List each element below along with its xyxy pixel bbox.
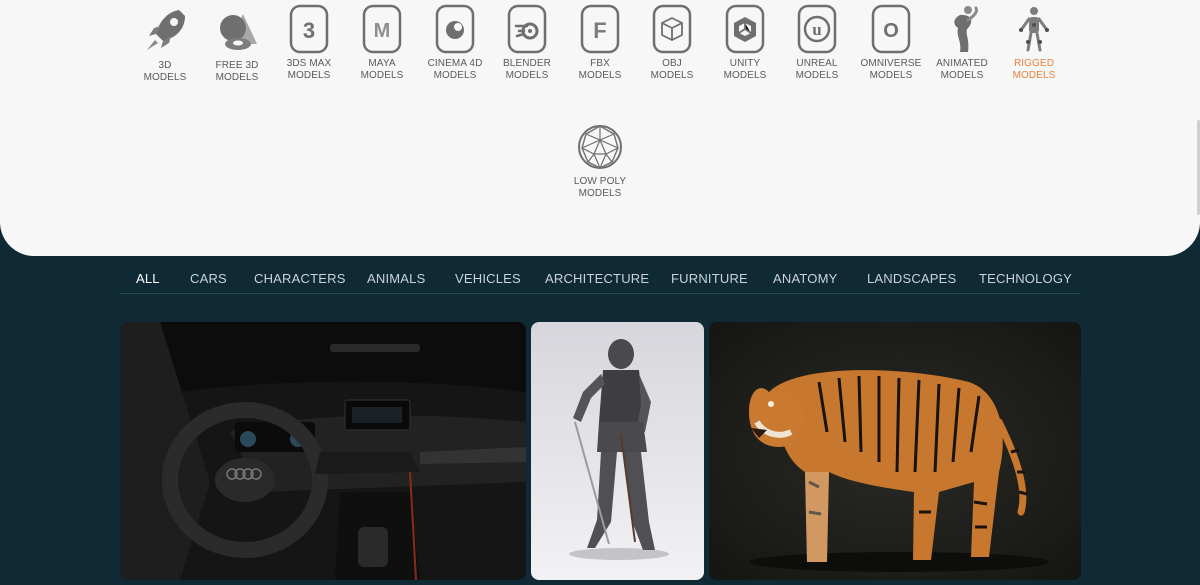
format-cinema4d-models[interactable]: CINEMA 4D MODELS bbox=[419, 4, 491, 82]
format-label: FREE 3D MODELS bbox=[215, 60, 259, 83]
format-maya-models[interactable]: M MAYA MODELS bbox=[346, 4, 418, 82]
format-fbx-models[interactable]: F FBX MODELS bbox=[564, 4, 636, 82]
format-unity-models[interactable]: UNITY MODELS bbox=[709, 4, 781, 82]
tab-furniture[interactable]: FURNITURE bbox=[671, 271, 748, 286]
format-label: FBX MODELS bbox=[578, 58, 622, 81]
format-label: LOW POLY MODELS bbox=[573, 176, 627, 199]
format-3dsmax-models[interactable]: 3 3DS MAX MODELS bbox=[273, 4, 345, 82]
animated-figure-icon bbox=[954, 6, 978, 53]
svg-text:O: O bbox=[883, 20, 899, 42]
unity-icon bbox=[725, 4, 765, 54]
low-poly-sphere-icon bbox=[578, 125, 622, 169]
knight-armor-thumbnail bbox=[531, 322, 704, 580]
car-interior-thumbnail bbox=[120, 322, 526, 580]
3dsmax-icon: 3 bbox=[289, 4, 329, 54]
format-omniverse-models[interactable]: O OMNIVERSE MODELS bbox=[855, 4, 927, 82]
tiger-thumbnail bbox=[709, 322, 1081, 580]
format-unreal-models[interactable]: u UNREAL MODELS bbox=[781, 4, 853, 82]
model-card-tiger[interactable] bbox=[709, 322, 1081, 580]
format-free-3d-models[interactable]: FREE 3D MODELS bbox=[201, 6, 273, 84]
format-label: ANIMATED MODELS bbox=[936, 58, 988, 81]
rocket-icon bbox=[147, 10, 185, 50]
unreal-icon: u bbox=[797, 4, 837, 54]
format-label: 3D MODELS bbox=[143, 60, 187, 83]
tab-landscapes[interactable]: LANDSCAPES bbox=[867, 271, 956, 286]
format-label: UNREAL MODELS bbox=[795, 58, 839, 81]
format-label: MAYA MODELS bbox=[360, 58, 404, 81]
model-card-car-interior[interactable] bbox=[120, 322, 526, 580]
cinema4d-icon bbox=[435, 4, 475, 54]
format-label: 3DS MAX MODELS bbox=[286, 58, 332, 81]
svg-text:3: 3 bbox=[303, 18, 315, 43]
model-card-knight[interactable] bbox=[531, 322, 704, 580]
tab-technology[interactable]: TECHNOLOGY bbox=[979, 271, 1072, 286]
format-label: RIGGED MODELS bbox=[1012, 58, 1056, 81]
format-obj-models[interactable]: OBJ MODELS bbox=[636, 4, 708, 82]
maya-icon: M bbox=[362, 4, 402, 54]
tab-architecture[interactable]: ARCHITECTURE bbox=[545, 271, 649, 286]
format-3d-models[interactable]: 3D MODELS bbox=[129, 6, 201, 84]
format-label: OMNIVERSE MODELS bbox=[860, 58, 922, 81]
format-animated-models[interactable]: ANIMATED MODELS bbox=[926, 4, 998, 82]
format-label: BLENDER MODELS bbox=[503, 58, 551, 81]
format-label: OBJ MODELS bbox=[650, 58, 694, 81]
tab-vehicles[interactable]: VEHICLES bbox=[455, 271, 521, 286]
blender-icon bbox=[507, 4, 547, 54]
omniverse-icon: O bbox=[871, 4, 911, 54]
obj-cube-icon bbox=[652, 4, 692, 54]
svg-text:u: u bbox=[812, 20, 821, 39]
svg-text:M: M bbox=[374, 20, 391, 42]
svg-text:F: F bbox=[593, 18, 606, 43]
fbx-icon: F bbox=[580, 4, 620, 54]
format-label: CINEMA 4D MODELS bbox=[427, 58, 483, 81]
format-low-poly-models[interactable]: LOW POLY MODELS bbox=[564, 122, 636, 200]
tab-anatomy[interactable]: ANATOMY bbox=[773, 271, 837, 286]
format-blender-models[interactable]: BLENDER MODELS bbox=[491, 4, 563, 82]
format-label: UNITY MODELS bbox=[723, 58, 767, 81]
tab-animals[interactable]: ANIMALS bbox=[367, 271, 425, 286]
tab-all[interactable]: ALL bbox=[136, 271, 160, 286]
format-panel: 3D MODELS FREE 3D MODELS 3 3DS MAX MODELS M… bbox=[0, 0, 1200, 256]
rigged-skeleton-icon bbox=[1019, 7, 1049, 52]
tab-cars[interactable]: CARS bbox=[190, 271, 227, 286]
category-tabs: ALL CARS CHARACTERS ANIMALS VEHICLES ARC… bbox=[120, 262, 1080, 294]
format-rigged-models[interactable]: RIGGED MODELS bbox=[998, 4, 1070, 82]
tab-characters[interactable]: CHARACTERS bbox=[254, 271, 346, 286]
free-shapes-icon bbox=[220, 14, 257, 50]
